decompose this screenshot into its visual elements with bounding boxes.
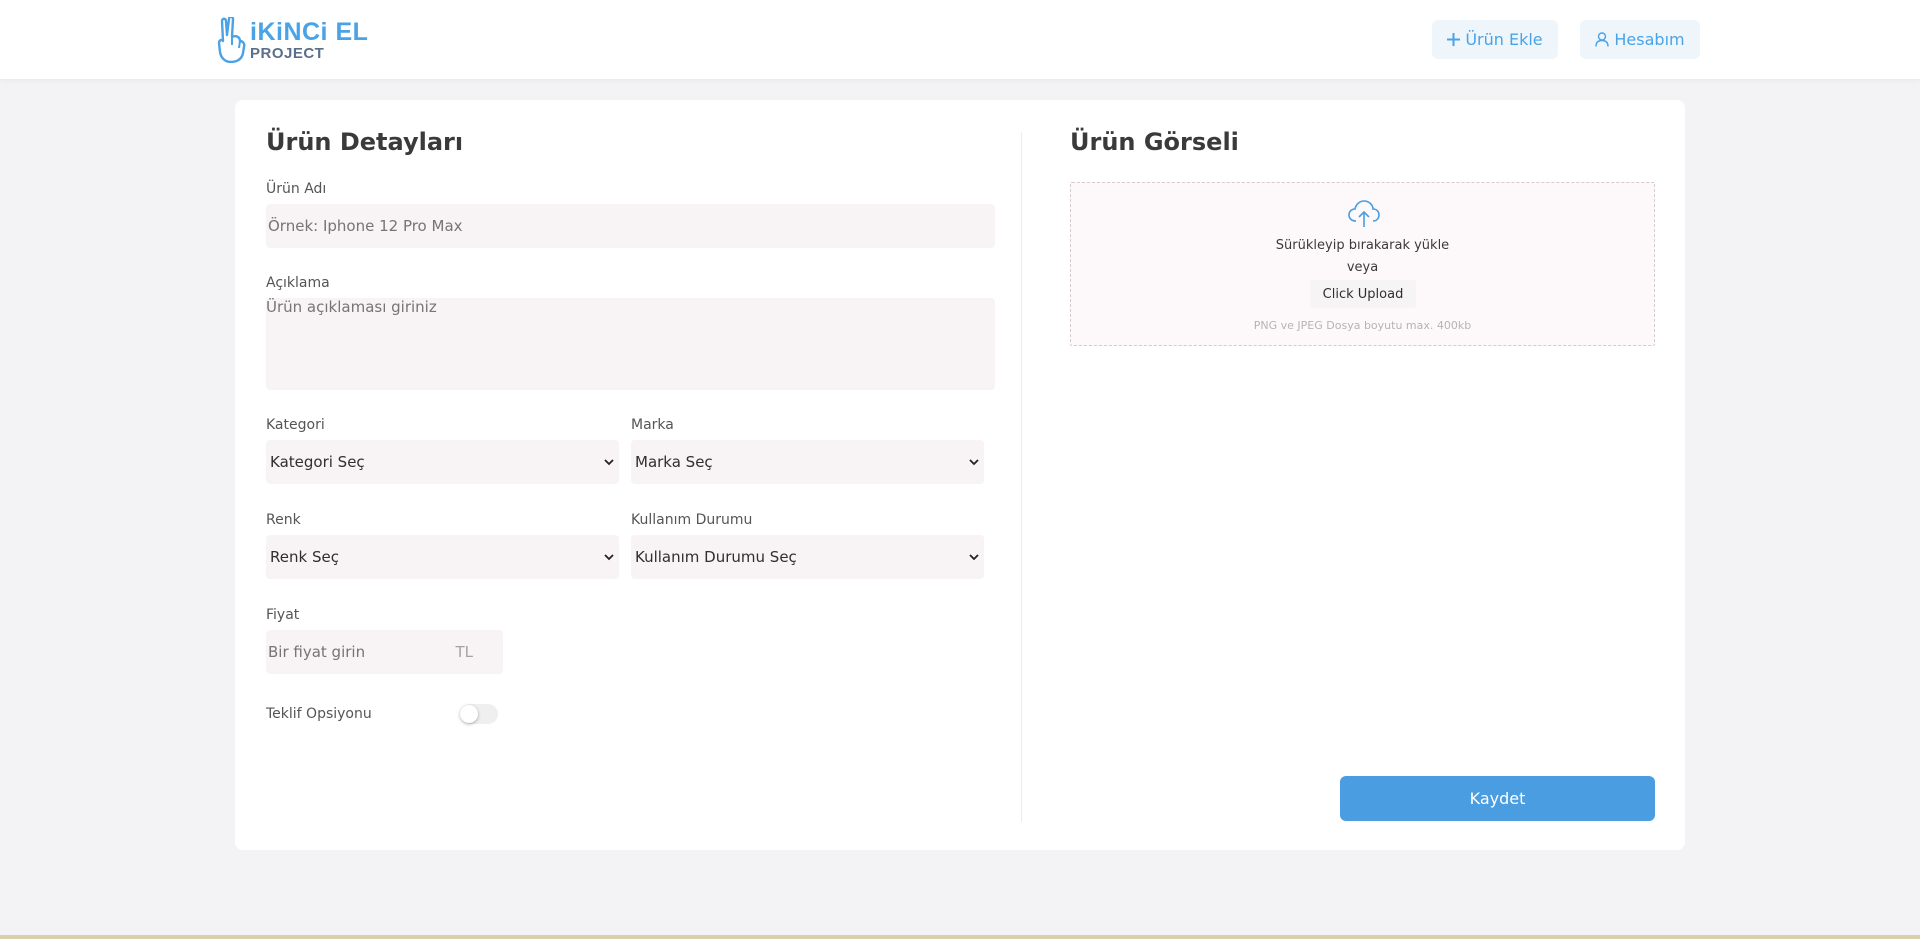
image-dropzone[interactable]: Sürükleyip bırakarak yükle veya Click Up… xyxy=(1070,182,1655,346)
category-label: Kategori xyxy=(266,417,325,433)
click-upload-button[interactable]: Click Upload xyxy=(1310,280,1416,308)
logo-subtitle: PROJECT xyxy=(250,44,325,62)
save-button[interactable]: Kaydet xyxy=(1340,776,1655,821)
color-label: Renk xyxy=(266,512,301,528)
add-product-button[interactable]: Ürün Ekle xyxy=(1432,20,1558,59)
color-select[interactable]: Renk Seç xyxy=(266,535,619,579)
user-icon xyxy=(1595,32,1610,47)
brand-label: Marka xyxy=(631,417,674,433)
account-button[interactable]: Hesabım xyxy=(1580,20,1700,59)
account-label: Hesabım xyxy=(1614,30,1685,49)
or-text: veya xyxy=(1346,260,1379,275)
product-form-card: Ürün Detayları Ürün Adı Açıklama Kategor… xyxy=(235,100,1685,850)
top-header: iKiNCi EL PROJECT Ürün Ekle Hesabım xyxy=(0,0,1920,79)
chevron-down-icon xyxy=(969,459,979,466)
plus-icon xyxy=(1447,33,1461,46)
logo[interactable]: iKiNCi EL PROJECT xyxy=(216,16,368,64)
chevron-down-icon xyxy=(604,459,614,466)
column-divider xyxy=(1021,132,1022,822)
product-name-input[interactable] xyxy=(266,204,995,248)
condition-select[interactable]: Kullanım Durumu Seç xyxy=(631,535,984,579)
file-hint: PNG ve JPEG Dosya boyutu max. 400kb xyxy=(1253,319,1472,332)
add-product-label: Ürün Ekle xyxy=(1465,30,1543,49)
currency-suffix: TL xyxy=(455,643,473,661)
chevron-down-icon xyxy=(969,554,979,561)
brand-select-value: Marka Seç xyxy=(635,453,713,471)
chevron-down-icon xyxy=(604,554,614,561)
toggle-knob xyxy=(460,705,478,723)
drag-drop-text: Sürükleyip bırakarak yükle xyxy=(1275,238,1450,253)
image-title: Ürün Görseli xyxy=(1070,128,1239,156)
offer-option-toggle[interactable] xyxy=(460,704,498,724)
name-label: Ürün Adı xyxy=(266,181,327,197)
price-field: TL xyxy=(266,630,503,674)
bottom-strip xyxy=(0,935,1920,939)
details-title: Ürün Detayları xyxy=(266,128,464,156)
color-select-value: Renk Seç xyxy=(270,548,339,566)
price-label: Fiyat xyxy=(266,607,300,623)
hand-peace-icon xyxy=(217,17,246,63)
condition-select-value: Kullanım Durumu Seç xyxy=(635,548,797,566)
cloud-upload-icon xyxy=(1348,200,1380,227)
category-select-value: Kategori Seç xyxy=(270,453,365,471)
logo-title: iKiNCi EL xyxy=(250,17,369,46)
brand-select[interactable]: Marka Seç xyxy=(631,440,984,484)
description-label: Açıklama xyxy=(266,275,330,291)
offer-option-label: Teklif Opsiyonu xyxy=(266,706,372,722)
category-select[interactable]: Kategori Seç xyxy=(266,440,619,484)
condition-label: Kullanım Durumu xyxy=(631,512,753,528)
description-textarea[interactable] xyxy=(266,298,995,390)
